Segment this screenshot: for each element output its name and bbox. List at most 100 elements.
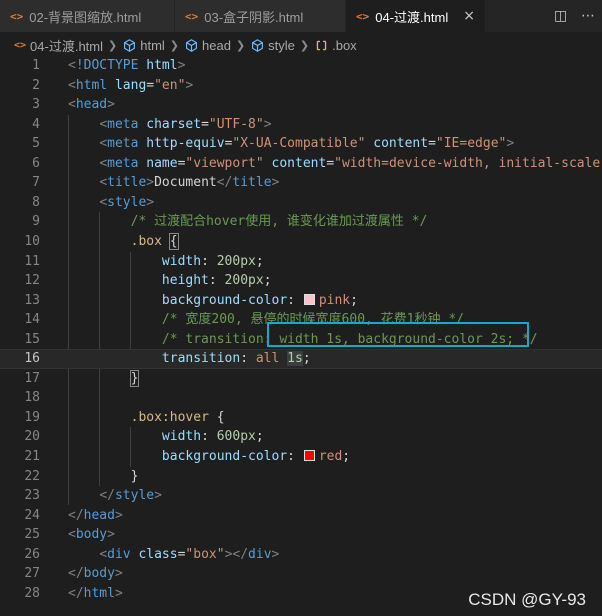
breadcrumb-html[interactable]: html: [123, 38, 165, 53]
code-token: ;: [263, 273, 272, 289]
code-line[interactable]: 17 }: [0, 369, 602, 389]
code-token: background-color: [161, 449, 288, 464]
more-actions-icon[interactable]: ⋯: [581, 8, 595, 24]
code-token: =: [428, 136, 436, 152]
code-token: html: [146, 58, 178, 73]
code-token: div: [107, 546, 131, 562]
code-token: 200px: [224, 273, 264, 289]
code-token: :: [287, 292, 303, 308]
close-icon[interactable]: ×: [463, 8, 475, 24]
code-token: >: [263, 116, 272, 132]
html-icon: <>: [185, 9, 199, 23]
code-token: background-color: [161, 292, 288, 308]
code-token: <: [99, 194, 108, 210]
tab-label: 02-背景图缩放.html: [29, 9, 142, 25]
code-line[interactable]: 22 }: [0, 467, 602, 487]
code-text: .box {: [68, 232, 179, 252]
code-line[interactable]: 19 .box:hover {: [0, 408, 602, 428]
line-number: 9: [32, 214, 40, 230]
code-line[interactable]: 3 <head>: [0, 95, 602, 115]
breadcrumb-label: head: [202, 37, 231, 53]
code-token: html: [83, 585, 115, 601]
breadcrumb-file[interactable]: <> 04-过渡.html: [14, 36, 103, 55]
code-token: >: [185, 77, 194, 93]
html-icon: <>: [10, 9, 24, 23]
code-line[interactable]: 27 </body>: [0, 564, 602, 584]
color-swatch[interactable]: [303, 450, 315, 461]
code-token: =: [201, 116, 209, 132]
code-token: >: [146, 175, 155, 191]
code-token: >: [114, 566, 123, 582]
code-text: background-color: red;: [68, 447, 350, 467]
code-token: >: [154, 488, 162, 504]
line-number: 5: [32, 136, 40, 152]
code-line[interactable]: 13 background-color: pink;: [0, 291, 602, 311]
tab-03-box-shadow[interactable]: <> 03-盒子阴影.html: [175, 0, 346, 32]
code-line[interactable]: 25 <body>: [0, 525, 602, 545]
code-token: title: [107, 175, 147, 191]
code-line[interactable]: 20 width: 600px;: [0, 427, 602, 447]
code-token: ;: [255, 253, 264, 269]
code-token: pink: [318, 292, 351, 308]
code-text: height: 200px;: [68, 271, 272, 291]
code-line[interactable]: 10 .box {: [0, 232, 602, 252]
breadcrumb-box[interactable]: .box: [315, 38, 357, 53]
code-token: charset: [146, 116, 202, 132]
breadcrumb-head[interactable]: head: [185, 38, 231, 53]
code-line[interactable]: 6 <meta name="viewport" content="width=d…: [0, 154, 602, 174]
code-token: ></: [224, 546, 249, 562]
code-line[interactable]: 5 <meta http-equiv = "X-UA-Compatible" con…: [0, 134, 602, 154]
code-line[interactable]: 23 </style>: [0, 486, 602, 506]
code-token: style: [114, 488, 155, 504]
line-number: 4: [32, 116, 40, 132]
code-text: width: 200px;: [68, 252, 264, 272]
line-number: 8: [32, 194, 40, 210]
code-line[interactable]: 1 <!DOCTYPE html>: [0, 56, 602, 76]
color-swatch[interactable]: [303, 293, 315, 305]
code-token: "viewport": [185, 155, 264, 171]
code-token: name: [146, 155, 178, 171]
line-number: 11: [24, 253, 40, 269]
code-line[interactable]: 7 <title>Document</title>: [0, 173, 602, 193]
code-line[interactable]: 2 <html lang="en">: [0, 76, 602, 96]
code-token: "X-UA-Compatible": [232, 136, 366, 152]
code-text: .box:hover {: [68, 408, 225, 428]
code-line[interactable]: 24 </head>: [0, 506, 602, 526]
code-line[interactable]: 4 <meta charset="UTF-8">: [0, 115, 602, 135]
code-line[interactable]: 21 background-color: red;: [0, 447, 602, 467]
split-editor-icon[interactable]: ◫: [554, 8, 567, 24]
code-line[interactable]: 9 /* 过渡配合hover使用, 谁变化谁加过渡属性 */: [0, 212, 602, 232]
code-token: http-equiv: [146, 136, 225, 152]
breadcrumb-label: 04-过渡.html: [30, 38, 104, 54]
tab-04-transition[interactable]: <> 04-过渡.html ×: [346, 0, 486, 32]
code-token: "UTF-8": [208, 116, 264, 132]
code-token: <: [68, 77, 76, 93]
code-token: 200px: [216, 253, 256, 269]
tab-02-bg-scale[interactable]: <> 02-背景图缩放.html: [0, 0, 175, 32]
code-line[interactable]: 8 <style>: [0, 193, 602, 213]
line-number: 16: [24, 351, 40, 367]
breadcrumb-style[interactable]: style: [251, 38, 295, 53]
code-token: lang: [114, 77, 147, 93]
line-number: 15: [24, 331, 40, 347]
code-token: body: [83, 566, 115, 582]
code-line[interactable]: 16 transition: all 1s;: [0, 349, 602, 369]
code-text: </body>: [68, 564, 123, 584]
code-line[interactable]: 26 <div class="box"></div>: [0, 545, 602, 565]
code-token: html: [75, 77, 108, 93]
chevron-right-icon: ❯: [108, 38, 118, 52]
line-number: 21: [24, 449, 40, 464]
code-token: >: [506, 136, 515, 152]
code-token: !DOCTYPE: [75, 58, 139, 73]
code-line[interactable]: 12 height: 200px;: [0, 271, 602, 291]
code-text: <div class="box"></div>: [68, 545, 279, 565]
code-line[interactable]: 11 width: 200px;: [0, 252, 602, 272]
code-line[interactable]: 18: [0, 388, 602, 408]
